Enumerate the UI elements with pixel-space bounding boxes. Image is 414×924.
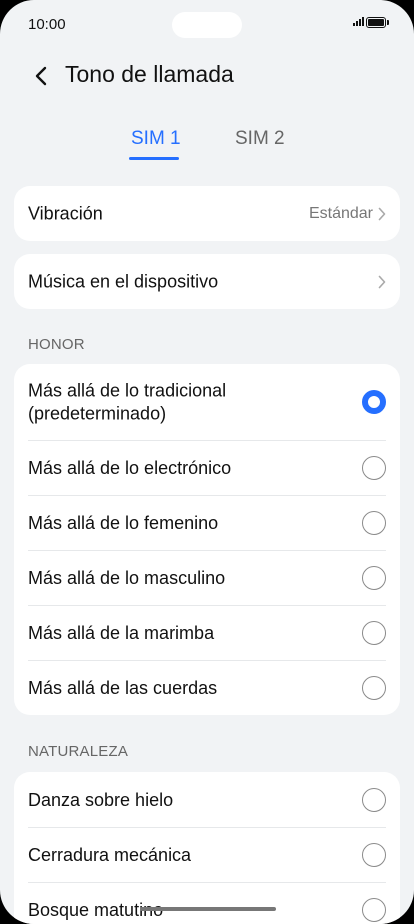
radio-unselected[interactable] [362,787,386,812]
tab-indicator [129,157,179,160]
tab-sim-1[interactable]: SIM 1 [131,128,181,150]
ringtone-label: Más allá de las cuerdas [28,677,218,698]
radio-selected[interactable] [362,390,386,414]
vibration-value: Estándar [308,204,373,222]
radio-unselected[interactable] [362,620,386,645]
back-button[interactable] [30,62,56,90]
ringtone-label: Más allá de lo femenino [28,512,219,533]
home-indicator[interactable] [140,907,276,911]
page-title: Tono de llamada [65,61,234,87]
radio-unselected[interactable] [362,675,386,700]
screen: 10:00 Tono de llamada SIM 1 SIM 2 Vibrac… [0,0,414,924]
vibration-row[interactable]: Vibración Estándar [14,186,400,241]
section-title-naturaleza: NATURALEZA [28,743,129,760]
camera-pill [172,12,242,38]
radio-unselected[interactable] [362,565,386,590]
nature-ringtone-list: Danza sobre hielo Cerradura mecánica Bos… [14,772,400,924]
ringtone-option[interactable]: Más allá de lo electrónico [14,440,400,495]
ringtone-label: Cerradura mecánica [28,844,192,865]
ringtone-option[interactable]: Bosque matutino [14,882,400,924]
ringtone-label: Danza sobre hielo [28,789,174,810]
vibration-label: Vibración [28,203,103,223]
radio-unselected[interactable] [362,842,386,867]
back-arrow-icon [30,62,56,90]
ringtone-label: Más allá de la marimba [28,622,215,643]
radio-unselected[interactable] [362,455,386,480]
ringtone-option[interactable]: Más allá de la marimba [14,605,400,660]
radio-unselected[interactable] [362,897,386,922]
device-music-card[interactable]: Música en el dispositivo [14,254,400,309]
radio-unselected[interactable] [362,510,386,535]
ringtone-option[interactable]: Más allá de lo tradicional (predetermina… [14,364,400,440]
signal-icon [353,17,364,26]
ringtone-option[interactable]: Más allá de las cuerdas [14,660,400,715]
tab-sim-2[interactable]: SIM 2 [235,128,285,150]
ringtone-option[interactable]: Danza sobre hielo [14,772,400,827]
status-bar: 10:00 [0,0,414,48]
status-time: 10:00 [28,16,66,33]
chevron-right-icon [378,275,386,289]
honor-ringtone-list: Más allá de lo tradicional (predetermina… [14,364,400,715]
chevron-right-icon [378,207,386,221]
battery-icon [366,17,389,28]
ringtone-option[interactable]: Más allá de lo masculino [14,550,400,605]
ringtone-label: Más allá de lo electrónico [28,457,232,478]
header: Tono de llamada [0,58,414,94]
device-music-row[interactable]: Música en el dispositivo [14,254,400,309]
ringtone-option[interactable]: Cerradura mecánica [14,827,400,882]
ringtone-label: Más allá de lo masculino [28,567,226,588]
section-title-honor: HONOR [28,336,85,353]
ringtone-option[interactable]: Más allá de lo femenino [14,495,400,550]
ringtone-label: Más allá de lo tradicional (predetermina… [28,380,227,424]
vibration-card[interactable]: Vibración Estándar [14,186,400,241]
device-music-label: Música en el dispositivo [28,271,219,291]
sim-tabs: SIM 1 SIM 2 [0,126,414,166]
